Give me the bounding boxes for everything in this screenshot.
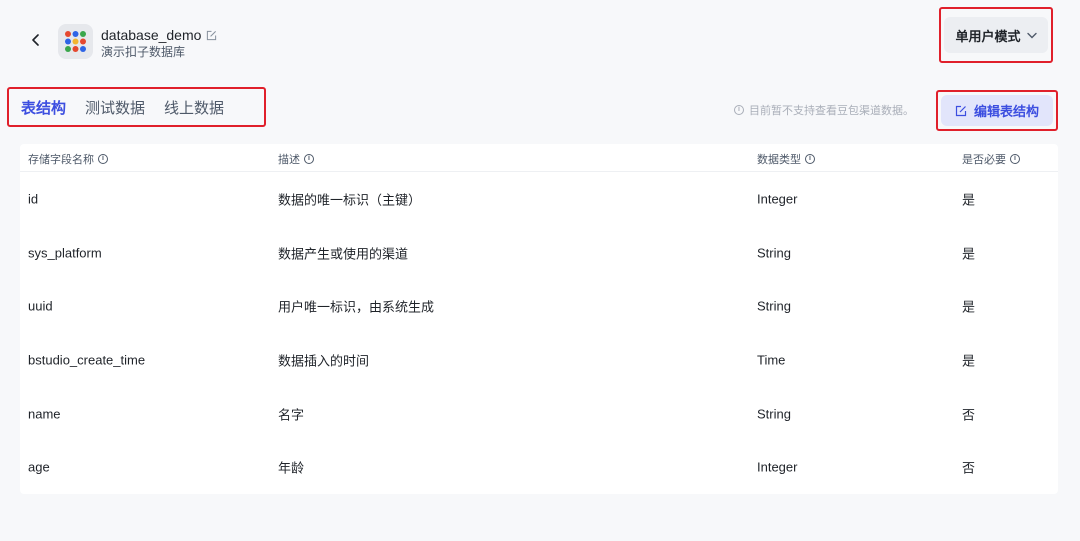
column-header-data-type: 数据类型 i (757, 151, 815, 167)
column-header-label: 描述 (278, 154, 300, 166)
data-type-cell: Time (757, 352, 786, 367)
column-header-description: 描述 i (278, 151, 314, 167)
column-header-label: 是否必要 (962, 154, 1006, 166)
table-header: 存储字段名称 i 描述 i 数据类型 i 是否必要 i (20, 144, 1058, 172)
back-button[interactable] (26, 30, 46, 50)
field-name-cell: id (28, 191, 39, 206)
table-row: name 名字 String 否 (20, 387, 1058, 440)
info-icon[interactable]: i (98, 154, 108, 164)
table-row: uuid 用户唯一标识，由系统生成 String 是 (20, 279, 1058, 332)
app-title-text: database_demo (101, 27, 202, 43)
chevron-down-icon (1026, 32, 1037, 38)
description-cell: 年龄 (278, 460, 305, 475)
description-cell: 数据的唯一标识（主键） (278, 192, 422, 207)
info-icon: i (734, 105, 744, 115)
required-cell: 是 (962, 246, 976, 261)
info-icon[interactable]: i (304, 154, 314, 164)
database-detail-page: database_demo 演示扣子数据库 单用户模式 表结构 测试数据 线上数… (0, 0, 1080, 541)
tab-bar: 表结构 测试数据 线上数据 (7, 87, 266, 127)
info-icon[interactable]: i (805, 154, 815, 164)
edit-schema-button[interactable]: 编辑表结构 (941, 95, 1053, 126)
required-cell: 否 (962, 407, 976, 422)
tab-test-data[interactable]: 测试数据 (85, 97, 145, 118)
tab-schema[interactable]: 表结构 (21, 97, 66, 118)
column-header-label: 存储字段名称 (28, 154, 94, 166)
column-header-required: 是否必要 i (962, 151, 1020, 167)
mode-select-value: 单用户模式 (955, 28, 1021, 44)
edit-icon (955, 105, 967, 116)
field-name-cell: sys_platform (28, 245, 102, 260)
notice: i 目前暂不支持查看豆包渠道数据。 (734, 102, 914, 118)
edit-button-highlight: 编辑表结构 (936, 90, 1058, 131)
table-row: age 年龄 Integer 否 (20, 440, 1058, 493)
required-cell: 是 (962, 192, 976, 207)
edit-schema-label: 编辑表结构 (973, 104, 1039, 119)
data-type-cell: String (757, 406, 791, 421)
mode-select-highlight: 单用户模式 (939, 7, 1053, 63)
mode-select[interactable]: 单用户模式 (944, 17, 1048, 53)
column-header-field-name: 存储字段名称 i (28, 151, 108, 167)
data-type-cell: String (757, 298, 791, 313)
app-subtitle: 演示扣子数据库 (101, 45, 186, 59)
description-cell: 用户唯一标识，由系统生成 (278, 299, 435, 314)
data-type-cell: String (757, 245, 791, 260)
description-cell: 数据产生或使用的渠道 (278, 246, 409, 261)
table-row: sys_platform 数据产生或使用的渠道 String 是 (20, 226, 1058, 279)
column-header-label: 数据类型 (757, 154, 801, 166)
field-name-cell: name (28, 406, 61, 421)
app-dots-icon (58, 24, 93, 59)
tab-online-data[interactable]: 线上数据 (164, 97, 224, 118)
description-cell: 名字 (278, 407, 305, 422)
schema-table: 存储字段名称 i 描述 i 数据类型 i 是否必要 i id 数据的唯一标识（主… (20, 144, 1058, 494)
app-title: database_demo (101, 26, 217, 44)
edit-icon[interactable] (206, 30, 217, 41)
data-type-cell: Integer (757, 191, 798, 206)
field-name-cell: bstudio_create_time (28, 352, 146, 367)
field-name-cell: age (28, 459, 50, 474)
field-name-cell: uuid (28, 298, 53, 313)
required-cell: 否 (962, 460, 976, 475)
required-cell: 是 (962, 353, 976, 368)
required-cell: 是 (962, 299, 976, 314)
info-icon[interactable]: i (1010, 154, 1020, 164)
data-type-cell: Integer (757, 459, 798, 474)
chevron-left-icon (32, 34, 39, 46)
description-cell: 数据插入的时间 (278, 353, 370, 368)
notice-text: 目前暂不支持查看豆包渠道数据。 (749, 105, 914, 117)
table-row: id 数据的唯一标识（主键） Integer 是 (20, 172, 1058, 225)
table-row: bstudio_create_time 数据插入的时间 Time 是 (20, 333, 1058, 386)
